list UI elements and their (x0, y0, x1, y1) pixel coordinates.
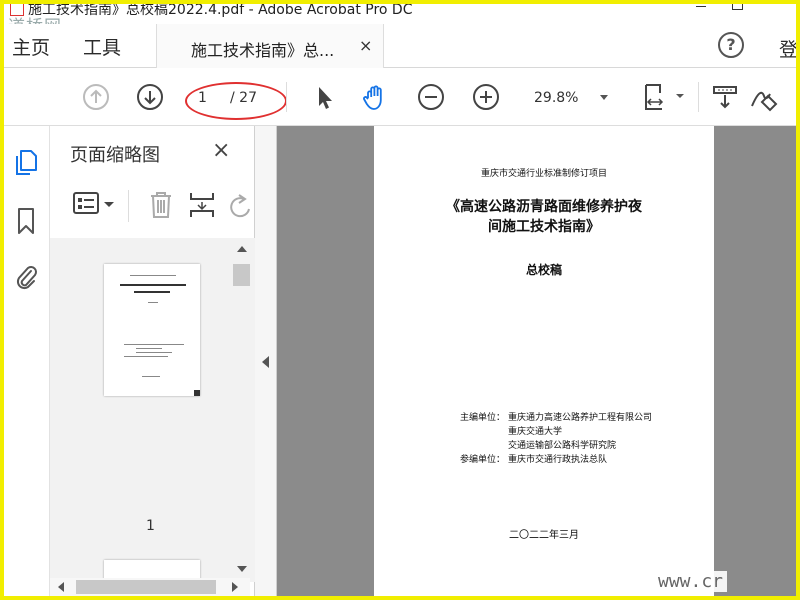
close-window-button[interactable] (756, 4, 790, 14)
title-bar: 施工技术指南》总校稿2022.4.pdf - Adobe Acrobat Pro… (4, 4, 796, 20)
panel-toolbar (50, 182, 255, 228)
thumb-resize-handle[interactable] (194, 390, 200, 396)
tab-label: 施工技术指南》总... (191, 41, 335, 60)
thumbnails-panel: 页面缩略图 × 1 (50, 126, 255, 596)
left-rail (4, 126, 50, 596)
doc-editor-1: 重庆通力高速公路养护工程有限公司 (508, 413, 653, 423)
zoom-dropdown-icon[interactable] (600, 95, 608, 100)
doc-date: 二〇二二年三月 (509, 530, 579, 541)
minimize-button[interactable] (684, 4, 718, 14)
collapse-panel-button[interactable] (255, 126, 277, 596)
menu-bar: 主页 工具 施工技术指南》总... × ? 登 (4, 24, 796, 69)
panel-title: 页面缩略图 (70, 145, 160, 166)
doc-editor-label: 主编单位： (460, 413, 506, 423)
panel-toolbar-divider (128, 190, 129, 222)
vertical-scroll-thumb[interactable] (233, 264, 250, 286)
thumbnails-list: 1 (50, 238, 255, 582)
sign-in-link[interactable]: 登 (779, 35, 796, 62)
collapse-arrow-icon (262, 356, 269, 368)
scroll-left-icon[interactable] (58, 582, 64, 592)
tab-close-icon[interactable]: × (359, 36, 372, 55)
thumb-text-line (148, 302, 158, 303)
maximize-button[interactable] (720, 4, 754, 14)
thumb-text-line (136, 352, 172, 353)
scroll-mode-icon[interactable] (710, 82, 740, 112)
thumb-text-line (130, 275, 176, 276)
scroll-right-icon[interactable] (232, 582, 238, 592)
acrobat-window: 施工技术指南》总校稿2022.4.pdf - Adobe Acrobat Pro… (4, 4, 796, 596)
annotation-ellipse (185, 82, 287, 120)
bookmarks-icon[interactable] (12, 206, 40, 236)
next-page-icon[interactable] (135, 82, 165, 112)
doc-subtitle: 总校稿 (525, 263, 562, 277)
site-watermark-bottom: www.cr (654, 571, 728, 592)
thumb-text-line (134, 291, 170, 293)
menu-home[interactable]: 主页 (12, 33, 50, 60)
page-thumbnails-icon[interactable] (12, 148, 40, 178)
thumb-text-line (124, 344, 184, 345)
thumb-text-line (124, 356, 168, 357)
thumbnails-vertical-scrollbar[interactable] (232, 238, 250, 582)
attachments-icon[interactable] (12, 262, 40, 292)
viewer-margin (714, 126, 796, 596)
document-viewer[interactable]: 重庆市交通行业标准制修订项目 《高速公路沥青路面维修养护夜 间施工技术指南》 总… (277, 126, 796, 596)
doc-participant-label: 参编单位： (460, 455, 506, 465)
toolbar-divider (698, 82, 699, 112)
document-tab[interactable]: 施工技术指南》总... × (156, 24, 384, 69)
doc-editor-2: 重庆交通大学 (508, 427, 563, 437)
toolbar: / 27 29.8% (4, 68, 796, 126)
help-icon[interactable]: ? (718, 32, 744, 58)
toolbar-divider (286, 82, 287, 112)
sign-icon[interactable] (748, 82, 778, 112)
doc-title-line-2: 间施工技术指南》 (488, 219, 600, 235)
doc-title-line-1: 《高速公路沥青路面维修养护夜 (446, 199, 642, 215)
fit-page-icon[interactable] (640, 82, 686, 112)
pdf-page: 重庆市交通行业标准制修订项目 《高速公路沥青路面维修养护夜 间施工技术指南》 总… (374, 126, 714, 596)
delete-page-icon[interactable] (148, 190, 174, 220)
doc-org-line: 重庆市交通行业标准制修订项目 (480, 169, 607, 179)
zoom-in-icon[interactable] (471, 82, 501, 112)
zoom-out-icon[interactable] (416, 82, 446, 112)
scroll-up-icon[interactable] (237, 246, 247, 252)
insert-page-icon[interactable] (188, 190, 216, 220)
menu-tools[interactable]: 工具 (83, 33, 121, 60)
hand-tool-icon[interactable] (360, 82, 390, 112)
zoom-level[interactable]: 29.8% (534, 90, 578, 106)
thumb-text-line (120, 284, 186, 286)
thumbnail-page-number: 1 (146, 518, 155, 534)
prev-page-icon[interactable] (81, 82, 111, 112)
panel-close-icon[interactable]: × (212, 138, 230, 163)
page-thumbnail-1[interactable] (104, 264, 200, 396)
thumb-text-line (142, 376, 160, 377)
options-menu-icon[interactable] (72, 190, 118, 218)
doc-participant-1: 重庆市交通行政执法总队 (508, 455, 608, 465)
thumbnails-horizontal-scrollbar[interactable] (50, 578, 250, 596)
select-cursor-icon[interactable] (310, 82, 340, 112)
window-title: 施工技术指南》总校稿2022.4.pdf - Adobe Acrobat Pro… (28, 4, 413, 18)
horizontal-scroll-thumb[interactable] (76, 580, 216, 594)
rotate-page-icon[interactable] (228, 190, 250, 220)
thumb-text-line (136, 348, 162, 349)
doc-editor-3: 交通运输部公路科学研究院 (508, 441, 617, 451)
scroll-down-icon[interactable] (237, 566, 247, 572)
